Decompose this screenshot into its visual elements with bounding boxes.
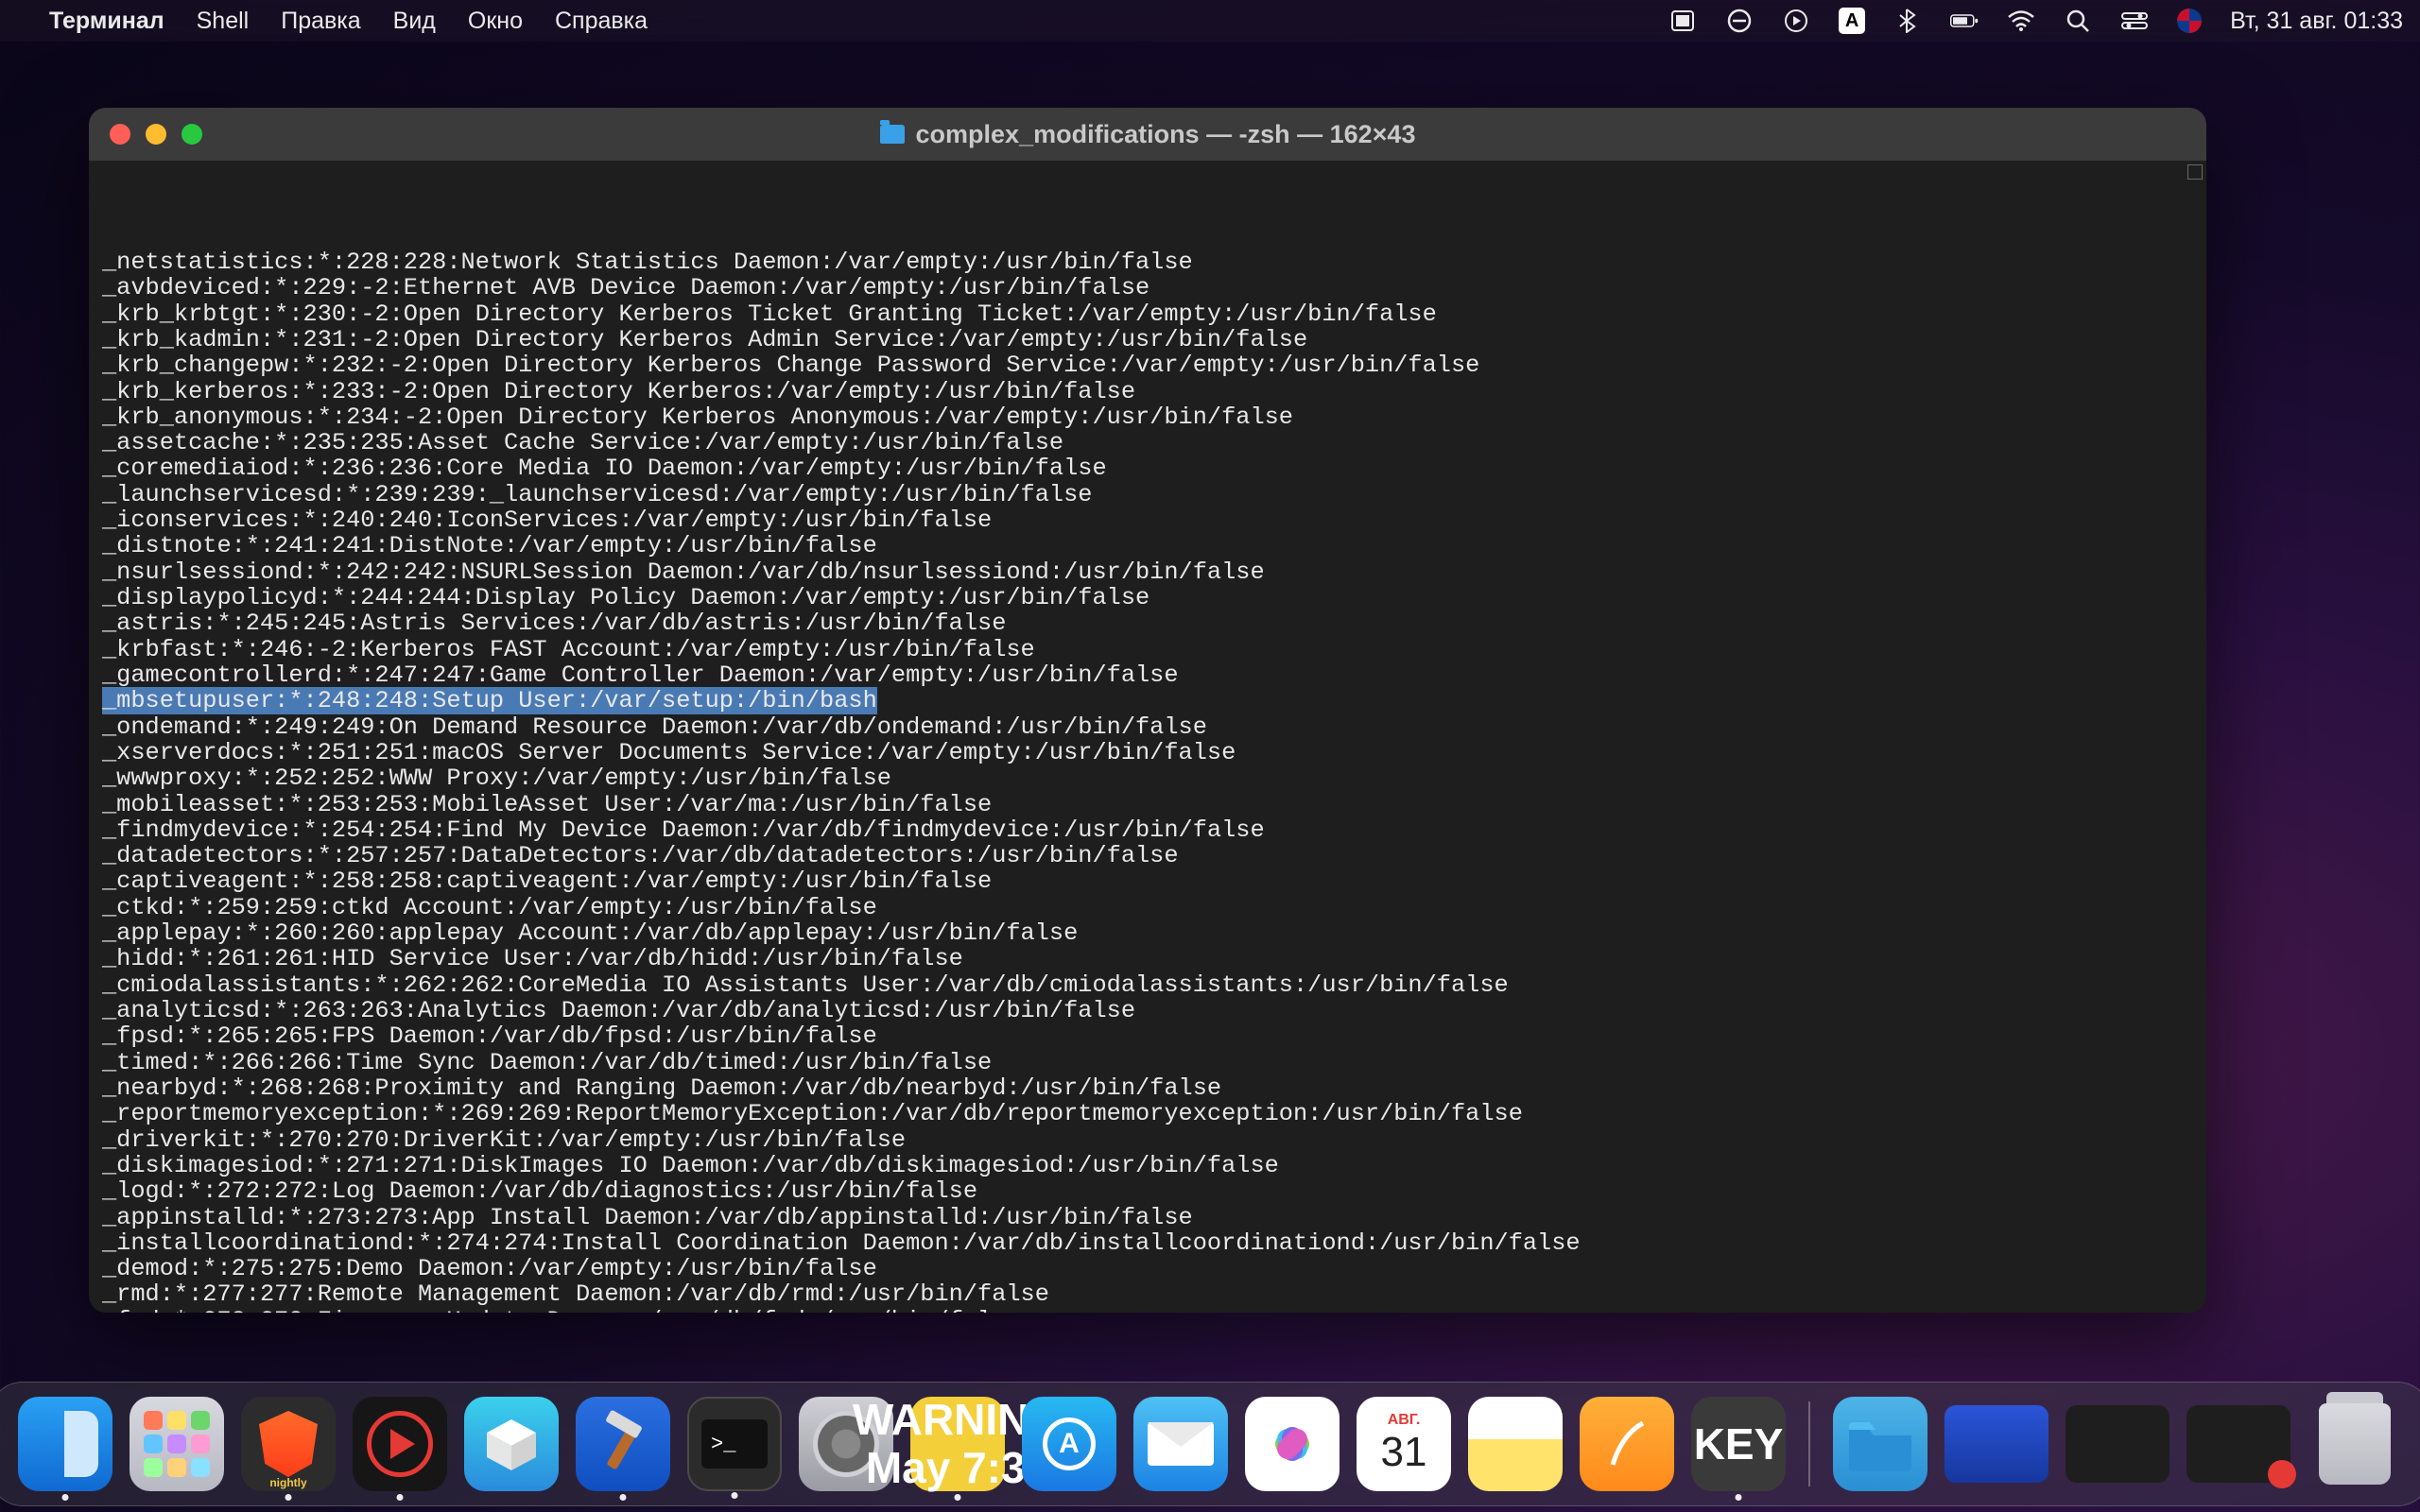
terminal-content[interactable]: _netstatistics:*:228:228:Network Statist…: [89, 161, 2206, 1313]
terminal-line: _timed:*:266:266:Time Sync Daemon:/var/d…: [102, 1050, 2193, 1075]
minimize-button[interactable]: [146, 124, 166, 145]
dock-mail[interactable]: [1133, 1397, 1228, 1491]
menubar: Терминал Shell Правка Вид Окно Справка A…: [0, 0, 2420, 42]
input-source-icon[interactable]: A: [1839, 8, 1865, 34]
dock-trash[interactable]: [2308, 1397, 2402, 1491]
spotlight-icon[interactable]: [2064, 9, 2092, 32]
menu-edit[interactable]: Правка: [281, 8, 360, 35]
dock-notes[interactable]: [1468, 1397, 1563, 1491]
terminal-line: _distnote:*:241:241:DistNote:/var/empty:…: [102, 533, 2193, 558]
terminal-line: _assetcache:*:235:235:Asset Cache Servic…: [102, 430, 2193, 455]
terminal-line: _logd:*:272:272:Log Daemon:/var/db/diagn…: [102, 1178, 2193, 1204]
terminal-line: _datadetectors:*:257:257:DataDetectors:/…: [102, 843, 2193, 868]
terminal-line: _mobileasset:*:253:253:MobileAsset User:…: [102, 792, 2193, 817]
dock-finder[interactable]: [18, 1397, 112, 1491]
dock-calendar[interactable]: АВГ.31: [1357, 1397, 1451, 1491]
control-center-icon[interactable]: [2120, 9, 2149, 32]
close-button[interactable]: [110, 124, 130, 145]
terminal-line: _reportmemoryexception:*:269:269:ReportM…: [102, 1101, 2193, 1126]
terminal-line: _krb_changepw:*:232:-2:Open Directory Ke…: [102, 352, 2193, 378]
terminal-line: _cmiodalassistants:*:262:262:CoreMedia I…: [102, 972, 2193, 998]
terminal-line: _ctkd:*:259:259:ctkd Account:/var/empty:…: [102, 895, 2193, 920]
stage-manager-icon[interactable]: [1668, 9, 1697, 32]
flag-status-icon[interactable]: [2177, 9, 2202, 33]
terminal-line: _ondemand:*:249:249:On Demand Resource D…: [102, 714, 2193, 740]
dock-launchpad[interactable]: [130, 1397, 224, 1491]
terminal-line: _iconservices:*:240:240:IconServices:/va…: [102, 507, 2193, 533]
dock-key-label: KEY: [1694, 1418, 1784, 1469]
window-title-text: complex_modifications — -zsh — 162×43: [916, 120, 1416, 149]
menu-window[interactable]: Окно: [468, 8, 523, 35]
app-menu[interactable]: Терминал: [49, 8, 164, 35]
folder-icon: [880, 125, 905, 144]
terminal-line: _xserverdocs:*:251:251:macOS Server Docu…: [102, 740, 2193, 765]
scroll-indicator-icon: [2187, 164, 2203, 180]
terminal-line: _coremediaiod:*:236:236:Core Media IO Da…: [102, 455, 2193, 481]
menu-shell[interactable]: Shell: [197, 8, 250, 35]
terminal-line: _findmydevice:*:254:254:Find My Device D…: [102, 817, 2193, 843]
dock-recent-2[interactable]: [2066, 1405, 2169, 1483]
terminal-line: _appinstalld:*:273:273:App Install Daemo…: [102, 1205, 2193, 1230]
menubar-right: A Вт, 31 авг. 01:33: [1668, 8, 2403, 35]
terminal-line: _gamecontrollerd:*:247:247:Game Controll…: [102, 662, 2193, 688]
wifi-icon[interactable]: [2007, 9, 2035, 32]
dock-pages[interactable]: [1580, 1397, 1674, 1491]
play-status-icon[interactable]: [1782, 9, 1810, 32]
dock-console[interactable]: WARNING May 7:36: [910, 1397, 1005, 1491]
terminal-line: _driverkit:*:270:270:DriverKit:/var/empt…: [102, 1127, 2193, 1153]
bluetooth-icon[interactable]: [1893, 9, 1922, 32]
dock-terminal[interactable]: >_: [687, 1397, 782, 1491]
dock: nightly >_ WARNING May 7:36 АВГ.31 KEY: [0, 1382, 2420, 1506]
dock-separator: [1808, 1401, 1810, 1486]
calendar-month: АВГ.: [1388, 1412, 1421, 1429]
titlebar[interactable]: complex_modifications — -zsh — 162×43: [89, 108, 2206, 161]
terminal-line: _displaypolicyd:*:244:244:Display Policy…: [102, 585, 2193, 610]
dock-youtube-music[interactable]: [353, 1397, 447, 1491]
terminal-line: _launchservicesd:*:239:239:_launchservic…: [102, 482, 2193, 507]
terminal-line: _nearbyd:*:268:268:Proximity and Ranging…: [102, 1075, 2193, 1101]
menu-view[interactable]: Вид: [393, 8, 436, 35]
terminal-line: _installcoordinationd:*:274:274:Install …: [102, 1230, 2193, 1256]
terminal-line: _hidd:*:261:261:HID Service User:/var/db…: [102, 946, 2193, 971]
dock-downloads-folder[interactable]: [1833, 1397, 1927, 1491]
traffic-lights: [110, 124, 202, 145]
dnd-icon[interactable]: [1725, 9, 1754, 32]
terminal-line: _krb_krbtgt:*:230:-2:Open Directory Kerb…: [102, 301, 2193, 327]
terminal-line: _wwwproxy:*:252:252:WWW Proxy:/var/empty…: [102, 765, 2193, 791]
terminal-line: _krb_anonymous:*:234:-2:Open Directory K…: [102, 404, 2193, 430]
terminal-line: _krb_kerberos:*:233:-2:Open Directory Ke…: [102, 379, 2193, 404]
dock-app-store[interactable]: [1022, 1397, 1116, 1491]
clock[interactable]: Вт, 31 авг. 01:33: [2230, 8, 2403, 35]
window-title: complex_modifications — -zsh — 162×43: [89, 120, 2206, 149]
calendar-day: 31: [1381, 1429, 1427, 1476]
dock-recent-1[interactable]: [1945, 1405, 2048, 1483]
terminal-line: _krb_kadmin:*:231:-2:Open Directory Kerb…: [102, 327, 2193, 352]
menu-help[interactable]: Справка: [555, 8, 648, 35]
battery-icon[interactable]: [1950, 9, 1979, 32]
dock-brave[interactable]: nightly: [241, 1397, 336, 1491]
terminal-line: _analyticsd:*:263:263:Analytics Daemon:/…: [102, 998, 2193, 1023]
terminal-line: _nsurlsessiond:*:242:242:NSURLSession Da…: [102, 559, 2193, 585]
dock-keynote[interactable]: KEY: [1691, 1397, 1786, 1491]
dock-xcode[interactable]: [576, 1397, 670, 1491]
terminal-line: _avbdeviced:*:229:-2:Ethernet AVB Device…: [102, 275, 2193, 301]
terminal-line: _mbsetupuser:*:248:248:Setup User:/var/s…: [102, 688, 2193, 713]
dock-photos[interactable]: [1245, 1397, 1340, 1491]
terminal-line: _demod:*:275:275:Demo Daemon:/var/empty:…: [102, 1256, 2193, 1281]
terminal-line: _captiveagent:*:258:258:captiveagent:/va…: [102, 868, 2193, 894]
maximize-button[interactable]: [182, 124, 202, 145]
terminal-line: _fud:*:278:278:Firmware Update Daemon:/v…: [102, 1308, 2193, 1313]
terminal-line: _rmd:*:277:277:Remote Management Daemon:…: [102, 1281, 2193, 1307]
terminal-line: _astris:*:245:245:Astris Services:/var/d…: [102, 610, 2193, 636]
terminal-line: _fpsd:*:265:265:FPS Daemon:/var/db/fpsd:…: [102, 1023, 2193, 1049]
terminal-line: _netstatistics:*:228:228:Network Statist…: [102, 249, 2193, 275]
terminal-line: _krbfast:*:246:-2:Kerberos FAST Account:…: [102, 637, 2193, 662]
terminal-window: complex_modifications — -zsh — 162×43 _n…: [89, 108, 2206, 1313]
menubar-left: Терминал Shell Правка Вид Окно Справка: [17, 8, 648, 35]
dock-3d-app[interactable]: [464, 1397, 559, 1491]
terminal-line: _diskimagesiod:*:271:271:DiskImages IO D…: [102, 1153, 2193, 1178]
dock-recent-3[interactable]: [2187, 1405, 2290, 1483]
terminal-line: _applepay:*:260:260:applepay Account:/va…: [102, 920, 2193, 946]
